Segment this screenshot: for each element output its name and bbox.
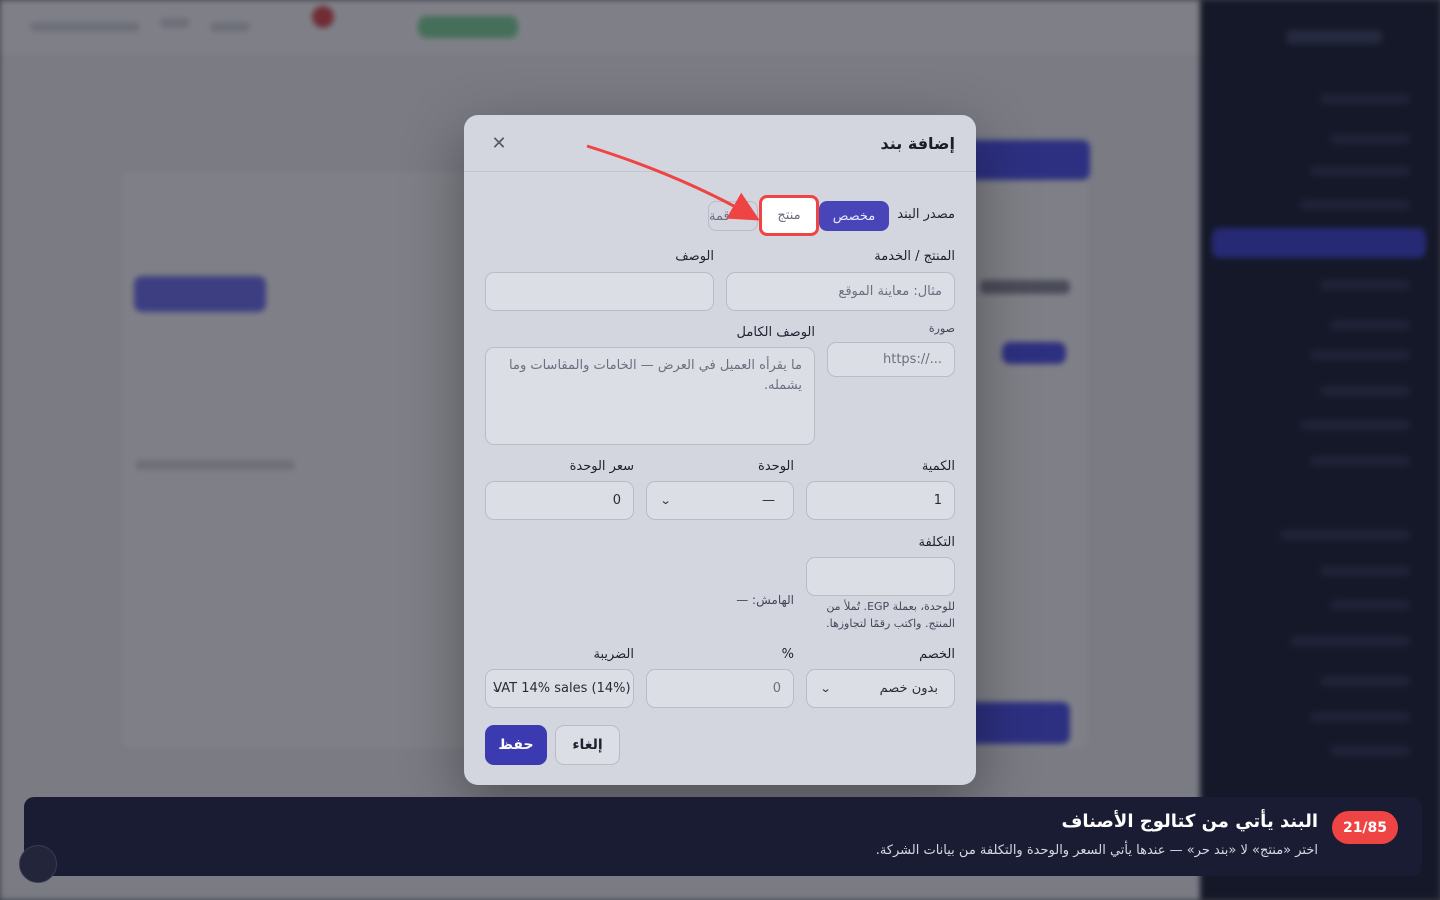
- tax-select-value: VAT 14% sales (14%): [493, 681, 631, 696]
- image-url-input[interactable]: [827, 342, 955, 377]
- tour-step-badge: 21/85: [1332, 811, 1398, 844]
- full-description-label: الوصف الكامل: [736, 325, 815, 340]
- discount-label: الخصم: [919, 647, 955, 662]
- cost-label: التكلفة: [918, 535, 955, 550]
- item-source-option-custom[interactable]: مخصص: [819, 201, 889, 231]
- chevron-down-icon: ⌄: [659, 494, 672, 507]
- product-service-input[interactable]: [726, 272, 955, 311]
- description-input[interactable]: [485, 272, 714, 311]
- tax-label: الضريبة: [593, 647, 634, 662]
- chevron-down-icon: ⌄: [819, 682, 832, 695]
- unit-select-value: —: [762, 493, 775, 508]
- percent-label: %: [781, 647, 794, 662]
- unit-price-input[interactable]: [485, 481, 634, 520]
- cancel-button[interactable]: إلغاء: [555, 725, 620, 765]
- tour-title: البند يأتي من كتالوج الأصناف: [1061, 811, 1319, 832]
- modal-title: إضافة بند: [880, 133, 955, 153]
- save-button[interactable]: حفظ: [485, 725, 547, 765]
- quantity-input[interactable]: [806, 481, 955, 520]
- cost-hint-line-1: للوحدة، بعملة EGP. تُملأ من: [826, 600, 955, 613]
- product-service-label: المنتج / الخدمة: [874, 249, 955, 264]
- unit-price-label: سعر الوحدة: [569, 459, 634, 474]
- unit-label: الوحدة: [758, 459, 794, 474]
- discount-select[interactable]: بدون خصم ⌄: [806, 669, 955, 708]
- discount-select-value: بدون خصم: [879, 681, 938, 696]
- cost-input[interactable]: [806, 557, 955, 596]
- modal-header: إضافة بند ✕: [464, 115, 976, 172]
- unit-select[interactable]: — ⌄: [646, 481, 794, 520]
- quantity-label: الكمية: [921, 459, 955, 474]
- tour-description: اختر «منتج» لا «بند حر» — عندها يأتي الس…: [875, 843, 1318, 858]
- item-source-option-partial[interactable]: قمة: [708, 201, 758, 231]
- description-label: الوصف: [675, 249, 714, 264]
- tax-select[interactable]: ⌄ VAT 14% sales (14%): [485, 669, 634, 708]
- chevron-down-icon: ⌄: [490, 682, 503, 695]
- help-icon[interactable]: [19, 845, 57, 883]
- close-icon[interactable]: ✕: [485, 129, 513, 157]
- full-description-textarea[interactable]: [485, 347, 815, 445]
- discount-percent-input[interactable]: [646, 669, 794, 708]
- item-source-label: مصدر البند: [897, 207, 955, 222]
- margin-text: الهامش: —: [736, 593, 794, 607]
- add-item-modal: إضافة بند ✕ مصدر البند قمة مخصص منتج الم…: [464, 115, 976, 785]
- cost-hint-line-2: المنتج. واكتب رقمًا لتجاوزها.: [826, 617, 955, 630]
- item-source-option-product[interactable]: منتج: [759, 195, 819, 236]
- image-label: صورة: [928, 322, 955, 335]
- tour-bar: 21/85 البند يأتي من كتالوج الأصناف اختر …: [24, 797, 1422, 876]
